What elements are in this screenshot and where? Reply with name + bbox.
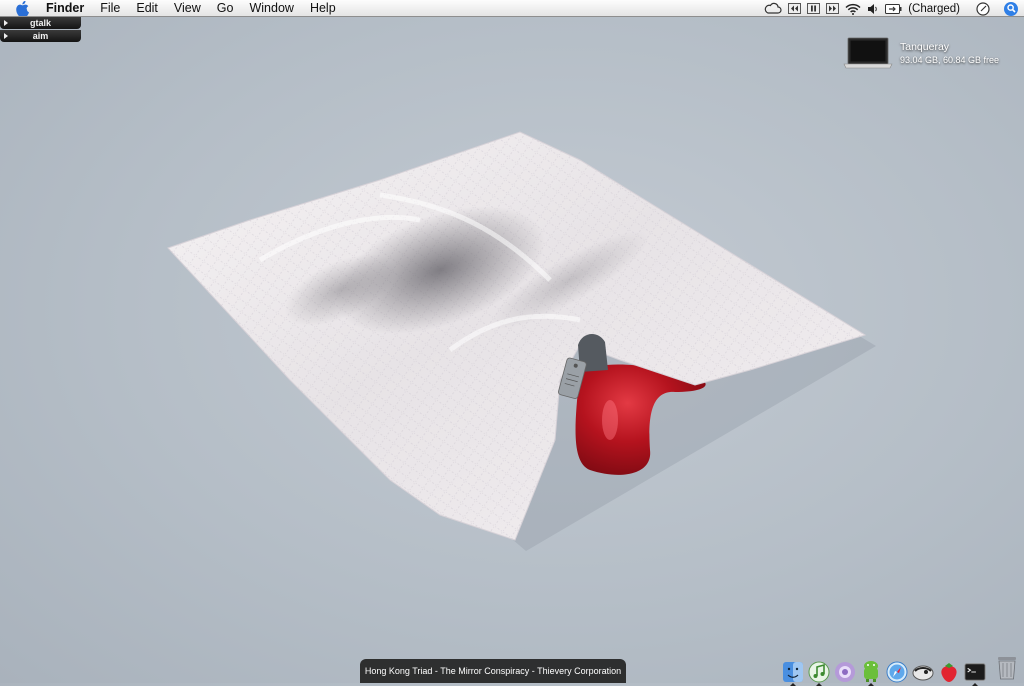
chat-tabs: gtalk aim [0, 17, 81, 43]
camino-icon[interactable] [912, 659, 934, 683]
volume-icon[interactable] [867, 2, 879, 16]
tab-label: gtalk [29, 18, 51, 28]
tab-gtalk[interactable]: gtalk [0, 17, 81, 29]
wallpaper-artwork [150, 120, 890, 560]
apple-icon[interactable] [14, 0, 30, 16]
disclosure-triangle-icon [4, 20, 8, 26]
finder-icon[interactable] [782, 659, 804, 686]
menu-go[interactable]: Go [209, 0, 242, 17]
spotlight-icon[interactable] [1004, 1, 1018, 16]
rewind-icon[interactable] [788, 2, 802, 16]
trash-icon[interactable] [996, 655, 1018, 681]
safari-icon[interactable] [886, 659, 908, 683]
menu-window[interactable]: Window [241, 0, 301, 17]
menu-finder[interactable]: Finder [38, 0, 92, 17]
now-playing-bar[interactable]: Hong Kong Triad - The Mirror Conspiracy … [360, 659, 626, 683]
clock-icon[interactable] [976, 1, 990, 16]
tab-label: aim [32, 31, 49, 41]
menu-file[interactable]: File [92, 0, 128, 17]
laptop-drive-icon[interactable] [842, 36, 894, 75]
pause-icon[interactable] [807, 2, 821, 16]
battery-icon[interactable] [885, 2, 902, 16]
forward-icon[interactable] [826, 2, 840, 16]
terminal-icon[interactable] [964, 659, 986, 686]
wifi-icon[interactable] [845, 2, 861, 16]
drive-info: 93.04 GB, 60.84 GB free [900, 55, 1000, 65]
menu-extras: (Charged) [764, 0, 1018, 17]
dock [782, 653, 986, 686]
cloud-icon[interactable] [764, 2, 782, 16]
menu-view[interactable]: View [166, 0, 209, 17]
adium-icon[interactable] [834, 659, 856, 683]
android-icon[interactable] [860, 659, 882, 686]
battery-status[interactable]: (Charged) [908, 3, 960, 15]
itunes-icon[interactable] [808, 659, 830, 686]
menu-help[interactable]: Help [302, 0, 344, 17]
menu-bar-left: Finder File Edit View Go Window Help [0, 0, 344, 16]
menu-bar: Finder File Edit View Go Window Help (Ch… [0, 0, 1024, 17]
menu-edit[interactable]: Edit [128, 0, 166, 17]
disclosure-triangle-icon [4, 33, 8, 39]
desktop-drive[interactable]: Tanqueray 93.04 GB, 60.84 GB free [842, 36, 1022, 70]
tab-aim[interactable]: aim [0, 30, 81, 42]
drive-name: Tanqueray [900, 41, 950, 53]
strawberry-icon[interactable] [938, 659, 960, 683]
